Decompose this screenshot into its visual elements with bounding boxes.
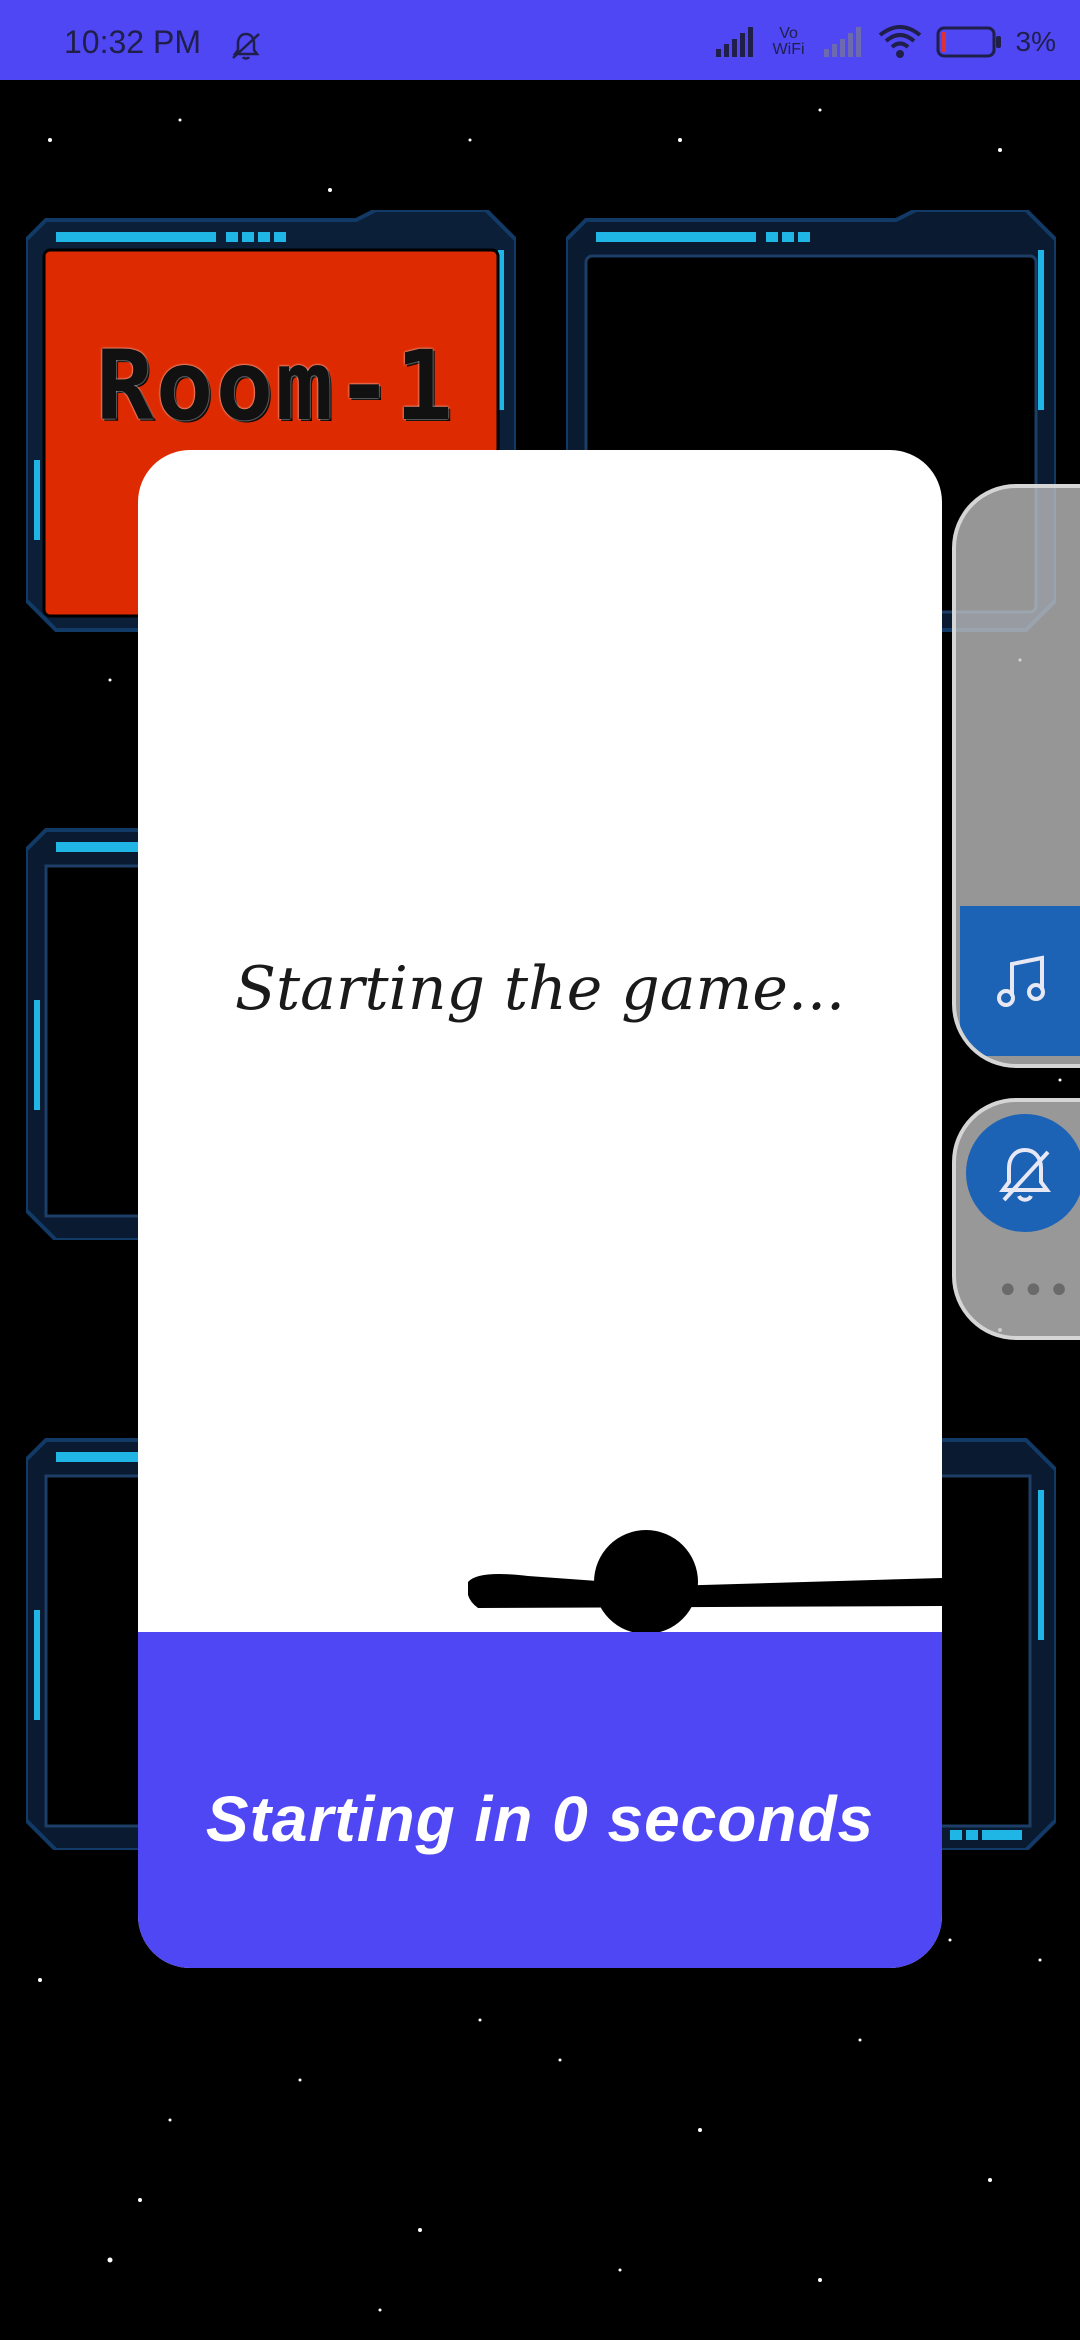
bell-off-icon: [232, 32, 260, 60]
status-icons: Vo WiFi 3%: [714, 22, 1056, 62]
countdown-footer: Starting in 0 seconds: [138, 1632, 942, 1968]
floating-panel[interactable]: [952, 484, 1080, 1068]
starting-dialog: Starting the game... Starting in 0 secon…: [138, 450, 942, 1968]
music-note-icon: [997, 955, 1045, 1007]
countdown-text: Starting in 0 seconds: [205, 1783, 875, 1855]
signal-weak-icon: [823, 27, 861, 57]
music-button[interactable]: [960, 906, 1080, 1056]
bell-off-icon: [999, 1147, 1051, 1202]
room-1-label: Room-1: [96, 330, 455, 442]
vowifi-icon: Vo WiFi: [772, 25, 805, 58]
starting-message: Starting the game...: [234, 954, 846, 1024]
battery-icon: [936, 26, 1001, 58]
stickman-illustration: [468, 1530, 942, 1634]
mute-button[interactable]: [966, 1114, 1080, 1232]
wifi-icon: [878, 25, 921, 58]
signal-icon: [715, 27, 753, 57]
battery-percent: 3%: [1015, 26, 1056, 57]
status-time: 10:32 PM: [64, 24, 201, 60]
floating-bell-panel[interactable]: •••: [952, 1098, 1080, 1340]
more-icon[interactable]: •••: [996, 1268, 1073, 1314]
status-bar: 10:32 PM Vo WiFi 3%: [0, 0, 1080, 80]
